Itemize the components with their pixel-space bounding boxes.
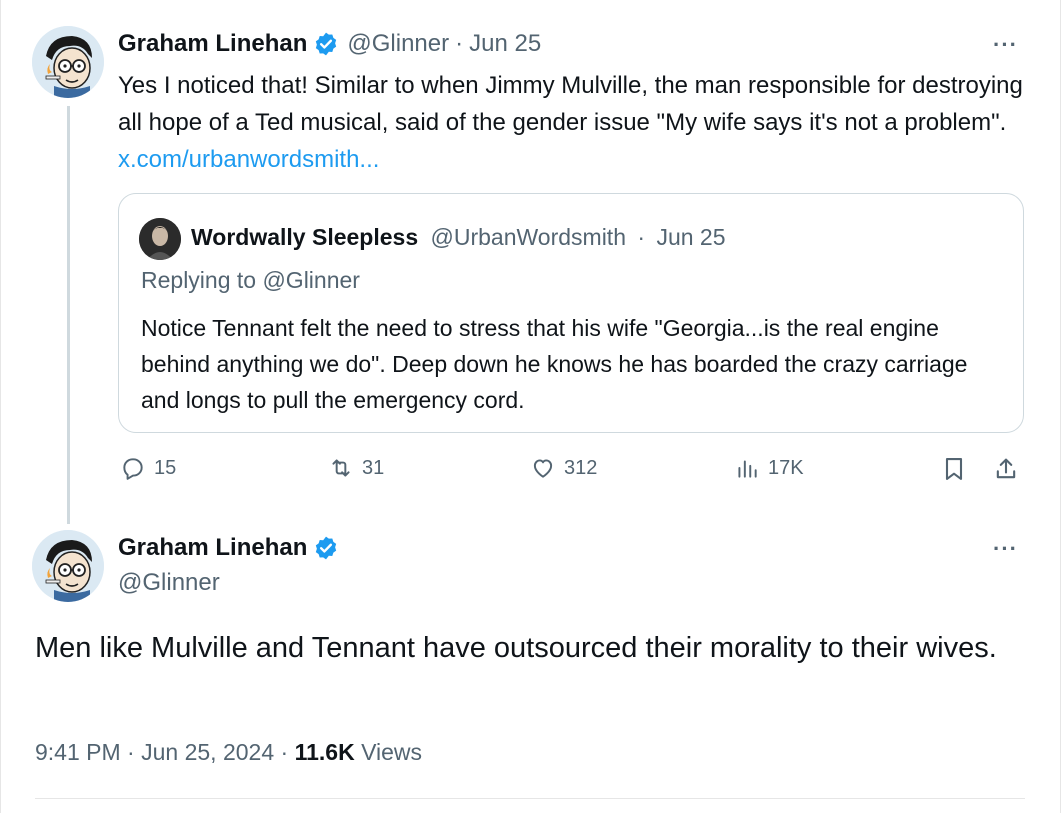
main-more-options-button[interactable]: ··· [993, 536, 1018, 562]
author-name[interactable]: Graham Linehan [118, 30, 307, 58]
verified-badge-icon [313, 535, 339, 561]
views-chart-icon [738, 460, 757, 478]
main-author-name[interactable]: Graham Linehan [118, 534, 307, 562]
main-author-handle[interactable]: @Glinner [118, 569, 220, 597]
tweet-full-date[interactable]: Jun 25, 2024 [141, 739, 274, 765]
repost-icon [332, 459, 350, 477]
tweet-body: Yes I noticed that! Similar to when Jimm… [118, 72, 1023, 136]
meta-separator-2: · [280, 739, 295, 765]
like-count: 312 [564, 456, 598, 479]
tweet-link[interactable]: x.com/urbanwordsmith... [118, 146, 379, 173]
main-avatar[interactable] [32, 530, 104, 602]
quoted-author-name[interactable]: Wordwally Sleepless [191, 224, 418, 250]
tweet-time[interactable]: 9:41 PM [35, 739, 121, 765]
views-label: Views [361, 739, 423, 765]
like-action[interactable]: 312 [530, 455, 597, 481]
reply-tweet-header: Graham Linehan @Glinner · Jun 25 [118, 30, 541, 58]
reply-icon [123, 458, 143, 480]
divider [35, 798, 1025, 799]
quoted-header-separator: · [637, 224, 646, 250]
views-total: 11.6K [294, 739, 355, 765]
heart-icon [533, 459, 553, 478]
more-options-button[interactable]: ··· [993, 32, 1018, 58]
repost-count: 31 [362, 456, 385, 479]
views-action[interactable]: 17K [734, 455, 804, 481]
quoted-tweet-header: Wordwally Sleepless @UrbanWordsmith · Ju… [191, 224, 726, 251]
avatar[interactable] [32, 26, 104, 98]
verified-badge-icon [313, 31, 339, 57]
quoted-tweet-text: Notice Tennant felt the need to stress t… [141, 315, 968, 413]
reply-action[interactable]: 15 [120, 455, 176, 481]
tweet-meta: 9:41 PM · Jun 25, 2024 · 11.6K Views [35, 739, 422, 766]
thread-connector-line [67, 106, 70, 524]
views-count: 17K [768, 456, 804, 479]
repost-action[interactable]: 31 [328, 455, 384, 481]
reply-tweet-text: Yes I noticed that! Similar to when Jimm… [118, 67, 1028, 178]
quoted-author-handle[interactable]: @UrbanWordsmith [431, 224, 626, 250]
meta-separator: · [127, 739, 142, 765]
quoted-tweet-card[interactable]: Wordwally Sleepless @UrbanWordsmith · Ju… [118, 193, 1024, 433]
tweet-date[interactable]: Jun 25 [469, 30, 541, 58]
share-icon[interactable] [992, 455, 1020, 483]
author-handle[interactable]: @Glinner [347, 30, 449, 58]
main-tweet-header: Graham Linehan [118, 534, 347, 562]
reply-count: 15 [154, 456, 177, 479]
replying-to-label: Replying to @Glinner [141, 267, 360, 293]
quoted-tweet-date[interactable]: Jun 25 [656, 224, 725, 250]
header-separator: · [455, 30, 464, 57]
main-tweet-text: Men like Mulville and Tennant have outso… [35, 632, 997, 664]
bookmark-icon[interactable] [940, 455, 968, 483]
quoted-avatar[interactable] [139, 218, 181, 260]
